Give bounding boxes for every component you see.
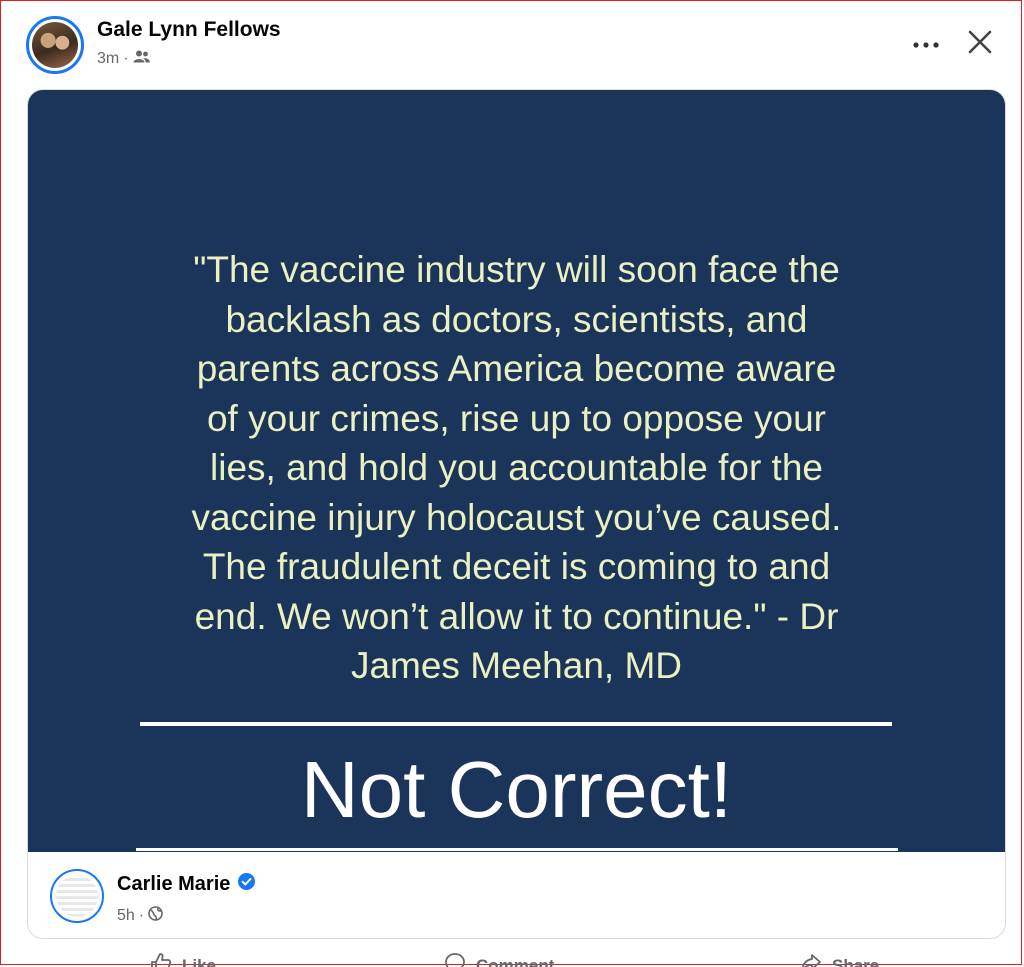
verified-badge-icon [238, 873, 256, 896]
shared-post-header: Carlie Marie 5h · [28, 852, 1005, 938]
comment-icon [444, 952, 466, 967]
shared-post-meta: 5h · [117, 906, 163, 926]
more-options-button[interactable] [908, 26, 944, 62]
comment-button[interactable]: Comment [444, 952, 554, 967]
quote-line: lies, and hold you accountable for the [210, 447, 823, 488]
meta-separator: · [123, 50, 129, 67]
close-button[interactable] [962, 26, 998, 62]
meta-separator: · [138, 907, 145, 924]
divider-line [140, 722, 892, 726]
friends-icon[interactable] [133, 50, 150, 68]
shared-author-avatar[interactable] [50, 869, 104, 923]
quote-line: James Meehan, MD [350, 645, 683, 686]
divider-line [136, 848, 898, 851]
rebuttal-text: Not Correct! [300, 745, 733, 834]
shared-author-name-row: Carlie Marie [117, 873, 256, 896]
like-button[interactable]: Like [150, 952, 216, 967]
quote-line: backlash as doctors, scientists, and [225, 298, 808, 340]
quote-line: vaccine injury holocaust you’ve caused. [191, 496, 842, 538]
quote-text: "The vaccine industry will soon face the… [128, 245, 905, 691]
comment-label: Comment [476, 955, 555, 967]
shared-post-card[interactable]: "The vaccine industry will soon face the… [27, 89, 1006, 939]
post-action-bar: Like Comment Share [0, 942, 1024, 967]
thumbs-up-icon [150, 952, 172, 967]
author-avatar[interactable] [26, 16, 84, 74]
quote-line: The fraudulent deceit is coming to and [202, 546, 831, 587]
quote-line: "The vaccine industry will soon face the [193, 249, 840, 290]
like-label: Like [182, 955, 217, 967]
close-icon [968, 30, 992, 59]
author-name[interactable]: Gale Lynn Fellows [97, 18, 281, 42]
meme-image[interactable]: "The vaccine industry will soon face the… [28, 90, 1005, 852]
share-button[interactable]: Share [800, 952, 879, 967]
post-header: Gale Lynn Fellows 3m · [0, 0, 1024, 90]
quote-line: of your crimes, rise up to oppose your [206, 397, 826, 439]
quote-line: end. We won’t allow it to continue." - D… [194, 595, 839, 637]
post-meta: 3m · [97, 50, 150, 68]
globe-icon[interactable] [148, 906, 163, 926]
share-icon [800, 952, 822, 967]
quote-line: parents across America become aware [196, 348, 837, 389]
more-dots-icon [913, 35, 939, 53]
post-time[interactable]: 3m [97, 50, 119, 68]
shared-post-time[interactable]: 5h [117, 907, 135, 925]
shared-author-name[interactable]: Carlie Marie [117, 873, 230, 896]
share-label: Share [832, 955, 880, 967]
